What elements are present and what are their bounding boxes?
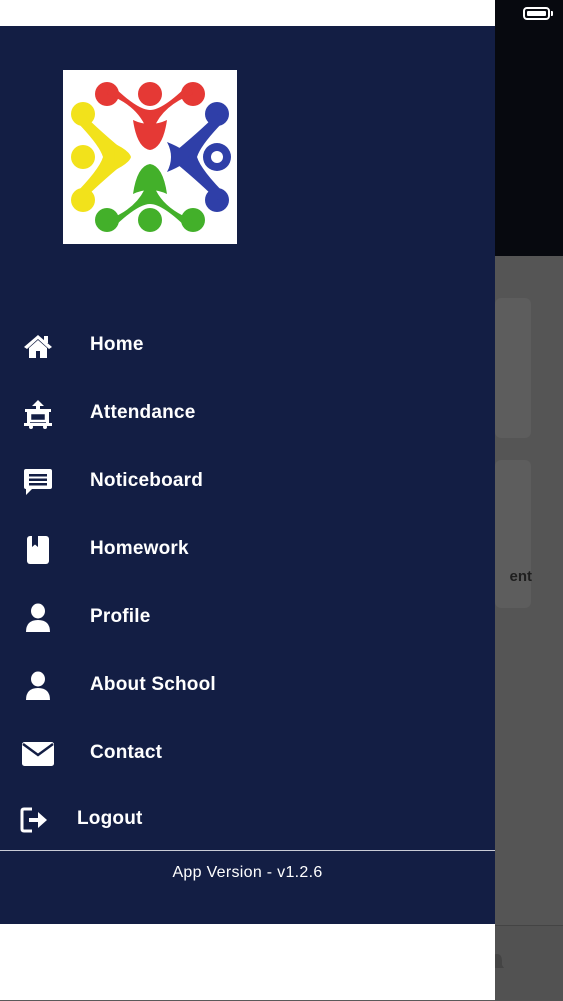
- book-icon: [20, 534, 56, 566]
- drawer-bottom-area: [0, 924, 495, 1000]
- menu-label-logout: Logout: [77, 808, 143, 829]
- menu-item-about-school[interactable]: About School: [0, 658, 495, 714]
- menu-label-noticeboard: Noticeboard: [90, 470, 204, 491]
- battery-tip: [551, 11, 553, 16]
- menu-item-logout[interactable]: Logout: [0, 792, 495, 848]
- home-icon: [20, 330, 56, 362]
- navigation-drawer: Home Attendance Noticeboard Homework Pro…: [0, 26, 495, 924]
- battery-icon: [523, 7, 550, 20]
- user-icon: [20, 670, 56, 702]
- drawer-status-bar: [0, 0, 495, 26]
- logout-icon: [16, 804, 52, 836]
- menu-label-contact: Contact: [90, 742, 163, 763]
- menu-label-attendance: Attendance: [90, 402, 196, 423]
- menu-item-attendance[interactable]: Attendance: [0, 386, 495, 442]
- menu-item-home[interactable]: Home: [0, 318, 495, 374]
- menu-item-homework[interactable]: Homework: [0, 522, 495, 578]
- envelope-icon: [20, 738, 56, 770]
- school-logo-icon: [71, 82, 231, 232]
- school-logo: [63, 70, 237, 244]
- menu-label-about-school: About School: [90, 674, 216, 695]
- attendance-icon: [20, 398, 56, 430]
- message-icon: [20, 466, 56, 498]
- menu-label-homework: Homework: [90, 538, 189, 559]
- footer-divider: [0, 850, 495, 851]
- menu-item-contact[interactable]: Contact: [0, 726, 495, 782]
- user-icon: [20, 602, 56, 634]
- menu-label-home: Home: [90, 334, 144, 355]
- menu-item-profile[interactable]: Profile: [0, 590, 495, 646]
- background-card: [495, 298, 531, 438]
- menu-item-noticeboard[interactable]: Noticeboard: [0, 454, 495, 510]
- app-version: App Version - v1.2.6: [172, 864, 323, 881]
- menu-label-profile: Profile: [90, 606, 151, 627]
